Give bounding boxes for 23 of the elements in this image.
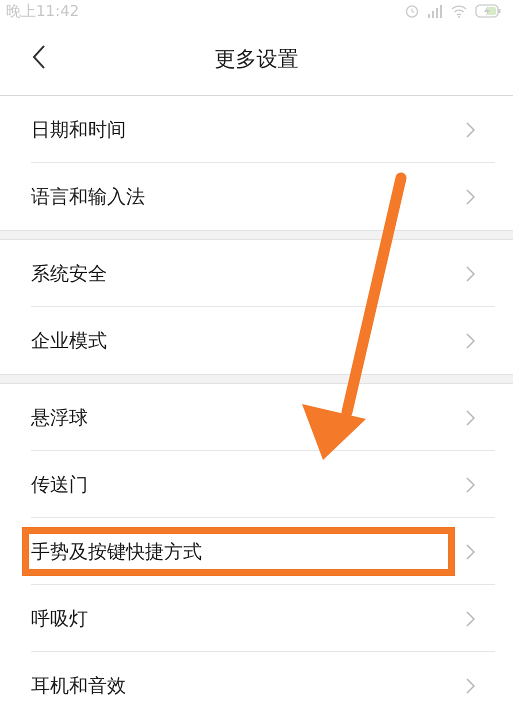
settings-item[interactable]: 日期和时间 bbox=[0, 96, 513, 163]
chevron-icon bbox=[466, 332, 475, 348]
alarm-icon bbox=[405, 4, 419, 18]
chevron-icon bbox=[466, 476, 475, 492]
settings-item[interactable]: 呼吸灯 bbox=[0, 585, 513, 652]
settings-item[interactable]: 传送门 bbox=[0, 451, 513, 518]
battery-charging-icon bbox=[475, 4, 501, 18]
chevron-icon bbox=[466, 266, 475, 282]
back-icon bbox=[32, 44, 46, 70]
settings-item[interactable]: 耳机和音效 bbox=[0, 652, 513, 719]
chevron-icon bbox=[466, 678, 475, 694]
signal-icon bbox=[427, 4, 443, 18]
chevron-icon bbox=[466, 122, 475, 138]
settings-item[interactable]: 系统安全 bbox=[0, 240, 513, 307]
wifi-icon bbox=[451, 4, 467, 18]
chevron-icon bbox=[466, 188, 475, 204]
settings-item[interactable]: 手势及按键快捷方式 bbox=[0, 518, 513, 585]
chevron-icon bbox=[466, 544, 475, 560]
chevron-icon bbox=[466, 410, 475, 426]
settings-item[interactable]: 企业模式 bbox=[0, 307, 513, 374]
page-title: 更多设置 bbox=[214, 46, 298, 72]
settings-item[interactable]: 语言和输入法 bbox=[0, 163, 513, 230]
chevron-icon bbox=[466, 610, 475, 626]
